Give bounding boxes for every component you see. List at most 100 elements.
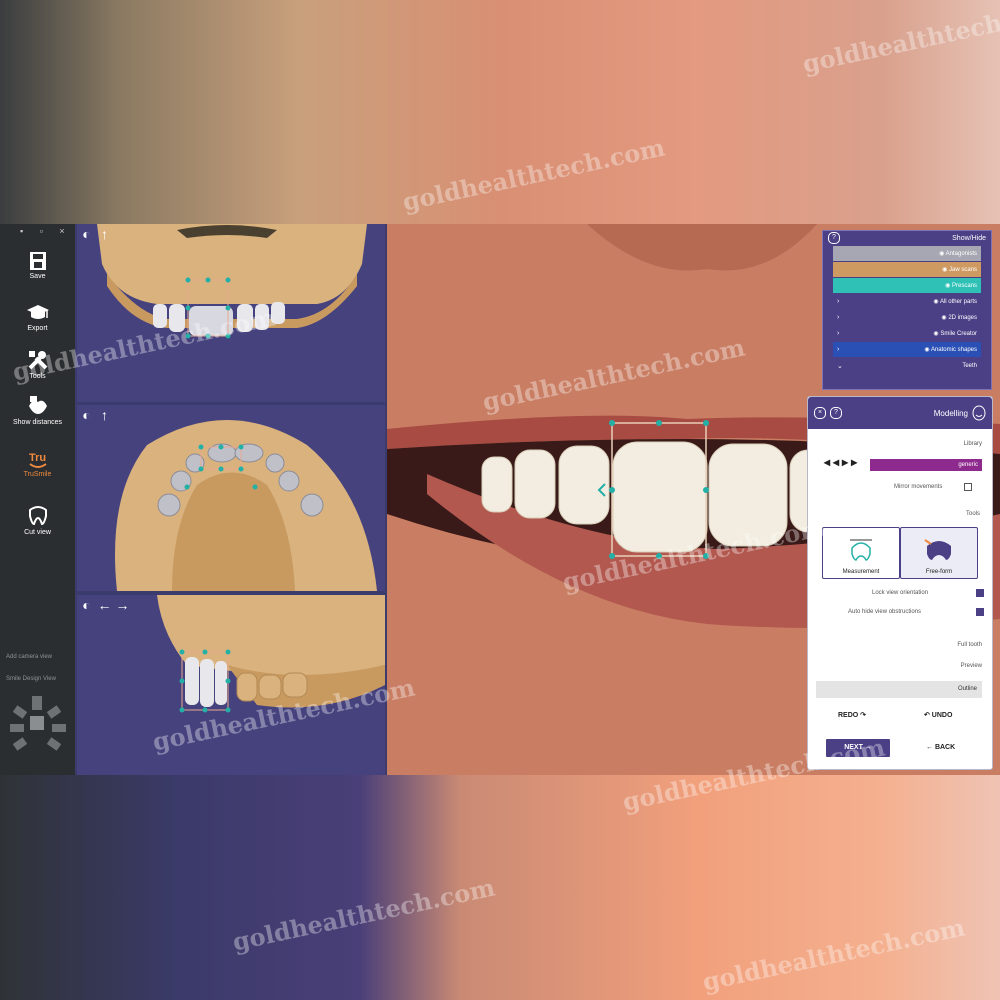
show-hide-row[interactable]: ◉ Jaw scans — [833, 262, 981, 277]
face-icon — [972, 405, 986, 421]
show-hide-row-label: ◉ Smile Creator — [933, 330, 977, 337]
outline-option[interactable]: Outline — [816, 681, 982, 698]
cut-view-button[interactable]: Cut view — [0, 504, 75, 536]
arrow-left-icon[interactable]: ← — [97, 598, 112, 613]
library-label: Library — [963, 441, 982, 447]
show-hide-row-label: ◉ Antagonists — [939, 250, 977, 257]
show-hide-list: ◉ Antagonists ◉ Jaw scans ◉ Prescans › ◉ All… — [823, 246, 991, 373]
arrow-right-icon[interactable]: ▸▸ — [842, 455, 860, 469]
tools-icon — [28, 351, 47, 370]
show-hide-row-label: ◉ Anatomic shapes — [924, 346, 977, 353]
chevron-icon[interactable]: › — [837, 314, 839, 321]
left-toolbar: ▪ ▫ × Save Export Tools Show distances T… — [0, 224, 75, 775]
arrow-up-icon[interactable]: ↑ — [97, 408, 112, 423]
trusmile-icon: Tru — [29, 452, 47, 468]
show-hide-row-text: All other parts — [939, 299, 977, 305]
redo-button[interactable]: REDO ↷ — [838, 711, 866, 719]
save-label: Save — [29, 273, 46, 280]
tools-button[interactable]: Tools — [0, 348, 75, 380]
arrow-right-icon[interactable]: → — [115, 598, 130, 613]
back-button[interactable]: ← BACK — [926, 744, 955, 751]
show-hide-row[interactable]: ◉ Antagonists — [833, 246, 981, 261]
show-hide-row[interactable]: › ◉ Anatomic shapes — [833, 342, 981, 357]
viewport-front[interactable]: ◐ ↑ — [77, 224, 385, 402]
show-distances-button[interactable]: Show distances — [0, 394, 75, 426]
show-hide-row-text: 2D images — [948, 315, 977, 321]
app-logo-icon — [10, 696, 66, 751]
show-hide-row-text: Anatomic shapes — [930, 347, 977, 353]
free-form-label: Free-form — [925, 569, 953, 575]
show-hide-row[interactable]: ⌄ Teeth — [833, 358, 981, 373]
chevron-icon[interactable]: › — [837, 346, 839, 353]
free-form-tool[interactable]: Free-form — [900, 527, 978, 579]
viewport-occlusal-controls: ◐ ↑ — [79, 408, 112, 423]
background-band — [0, 775, 1000, 1000]
chevron-icon[interactable]: › — [837, 298, 839, 305]
svg-text:Tru: Tru — [29, 452, 46, 464]
show-hide-row-label: Teeth — [962, 363, 977, 369]
measurement-icon — [850, 539, 872, 561]
shading-toggle-icon[interactable]: ◐ — [79, 598, 94, 613]
lock-view-label: Lock view orientation — [872, 590, 929, 596]
tools-section-label: Tools — [965, 511, 980, 517]
arrow-left-icon[interactable]: ◂◂ — [824, 455, 842, 469]
show-hide-row-text: Smile Creator — [940, 331, 977, 337]
library-select[interactable]: generic — [870, 459, 982, 471]
viewport-occlusal[interactable]: ◐ ↑ — [77, 405, 385, 591]
eye-icon[interactable]: ◉ — [942, 267, 949, 273]
show-hide-row-text: Teeth — [962, 362, 977, 369]
window-controls[interactable]: ▪ ▫ × — [20, 226, 72, 236]
tools-label: Tools — [29, 373, 46, 380]
export-icon — [26, 305, 49, 319]
preview-option[interactable]: Preview — [961, 663, 982, 669]
viewport-lateral[interactable]: ◐ ← → — [77, 595, 385, 775]
eye-icon[interactable]: ◉ — [924, 347, 931, 353]
free-form-icon — [924, 539, 951, 560]
show-hide-row[interactable]: ◉ Prescans — [833, 278, 981, 293]
modelling-panel: × ? Modelling Library ◂◂▸▸ generic Mirro… — [807, 396, 993, 770]
save-icon — [29, 252, 46, 270]
upper-arch-lateral-model[interactable] — [77, 595, 385, 775]
measurement-tool[interactable]: Measurement — [822, 527, 900, 579]
mirror-movements-checkbox[interactable] — [964, 483, 972, 491]
upper-arch-front-model[interactable] — [77, 224, 385, 402]
show-distances-label: Show distances — [12, 419, 63, 426]
auto-hide-checkbox[interactable] — [976, 608, 984, 616]
chevron-icon[interactable]: ⌄ — [837, 362, 843, 370]
eye-icon[interactable]: ◉ — [939, 251, 946, 257]
show-hide-row[interactable]: › ◉ 2D images — [833, 310, 981, 325]
shading-toggle-icon[interactable]: ◐ — [79, 408, 94, 423]
show-hide-panel: ? Show/Hide ◉ Antagonists ◉ Jaw scans ◉ Pr… — [822, 230, 992, 390]
shading-toggle-icon[interactable]: ◐ — [79, 227, 94, 242]
add-camera-view-link[interactable]: Add camera view — [6, 654, 52, 660]
next-button[interactable]: NEXT → — [826, 739, 890, 757]
chevron-icon[interactable]: › — [837, 330, 839, 337]
export-label: Export — [27, 325, 48, 332]
modelling-title: Modelling — [933, 408, 968, 418]
help-icon[interactable]: ? — [828, 232, 840, 244]
smile-design-view-link[interactable]: Smile Design View — [6, 676, 56, 682]
show-hide-row[interactable]: › ◉ Smile Creator — [833, 326, 981, 341]
viewport-lateral-controls: ◐ ← → — [79, 598, 130, 613]
trusmile-button[interactable]: Tru TruSmile — [0, 448, 75, 478]
show-hide-row-text: Jaw scans — [948, 267, 977, 273]
save-button[interactable]: Save — [0, 250, 75, 280]
undo-button[interactable]: ↶ UNDO — [924, 711, 952, 719]
export-button[interactable]: Export — [0, 302, 75, 332]
library-navigation[interactable]: ◂◂▸▸ — [824, 455, 860, 469]
viewport-front-controls: ◐ ↑ — [79, 227, 112, 242]
cut-view-icon — [28, 506, 47, 526]
eye-icon[interactable]: ◉ — [933, 299, 940, 305]
arrow-up-icon[interactable]: ↑ — [97, 227, 112, 242]
show-hide-row-label: ◉ All other parts — [933, 298, 977, 305]
show-hide-header[interactable]: ? Show/Hide — [823, 231, 991, 245]
show-hide-row-text: Prescans — [951, 283, 977, 289]
help-icon[interactable]: ? — [830, 407, 842, 419]
eye-icon[interactable]: ◉ — [945, 283, 952, 289]
close-icon[interactable]: × — [814, 407, 826, 419]
lock-view-checkbox[interactable] — [976, 589, 984, 597]
show-hide-title: Show/Hide — [952, 234, 986, 242]
show-hide-row[interactable]: › ◉ All other parts — [833, 294, 981, 309]
full-tooth-option[interactable]: Full tooth — [957, 642, 982, 648]
upper-arch-occlusal-model[interactable] — [77, 405, 385, 591]
